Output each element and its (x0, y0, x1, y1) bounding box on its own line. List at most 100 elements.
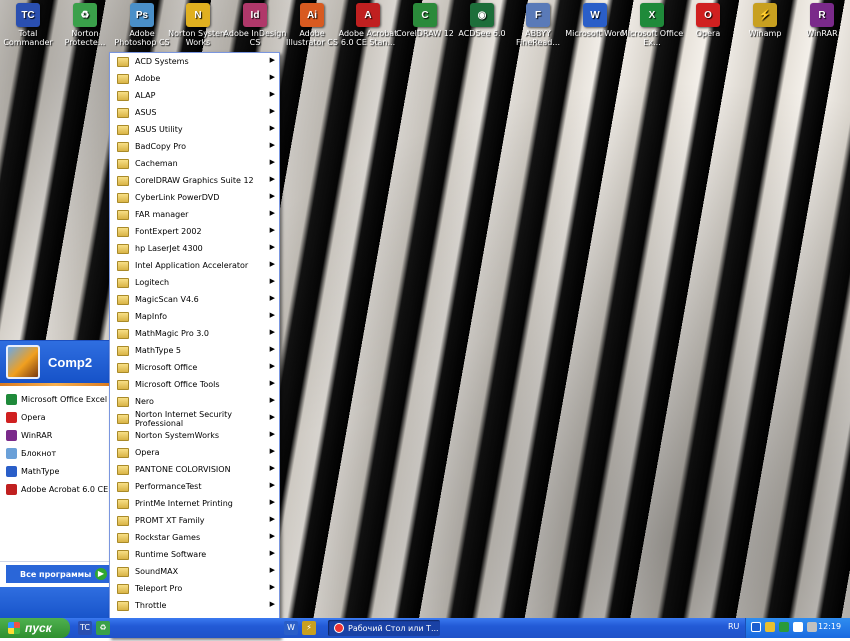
tray-media-icon[interactable] (793, 622, 803, 632)
program-folder-label: Opera (135, 448, 160, 457)
clock[interactable]: 12:19 (818, 622, 841, 631)
chevron-right-icon: ▶ (269, 260, 275, 268)
acrobat-icon: A (356, 3, 380, 27)
program-folder-item[interactable]: ACD Systems ▶ (110, 53, 279, 70)
desktop-shortcut[interactable]: A Adobe Acrobat 6.0 CE Stan... (336, 0, 400, 47)
program-folder-item[interactable]: MathMagic Pro 3.0 ▶ (110, 325, 279, 342)
desktop-shortcut-label: Total Commander (3, 29, 53, 47)
total-commander-icon[interactable]: TC (78, 621, 92, 635)
recent-program-item[interactable]: Opera (0, 408, 111, 426)
chevron-right-icon: ▶ (269, 328, 275, 336)
desktop-shortcut[interactable]: R WinRAR (790, 0, 850, 38)
desktop-shortcut-label: Adobe Illustrator CS (286, 29, 338, 47)
tray-norton-icon[interactable] (765, 622, 775, 632)
program-folder-label: ASUS Utility (135, 125, 183, 134)
program-folder-item[interactable]: PrintMe Internet Printing ▶ (110, 495, 279, 512)
program-folder-item[interactable]: Nero ▶ (110, 393, 279, 410)
program-folder-label: MagicScan V4.6 (135, 295, 199, 304)
desktop-shortcut[interactable]: N Norton System Works (166, 0, 230, 47)
program-folder-label: Microsoft Office Tools (135, 380, 220, 389)
program-folder-item[interactable]: Intel Application Accelerator ▶ (110, 257, 279, 274)
start-menu-panel: Comp2 Microsoft Office Excel 2003 Opera Wi… (0, 340, 112, 622)
program-folder-item[interactable]: SoundMAX ▶ (110, 563, 279, 580)
program-folder-item[interactable]: PANTONE COLORVISION ▶ (110, 461, 279, 478)
program-folder-item[interactable]: ALAP ▶ (110, 87, 279, 104)
tray-network-icon[interactable] (751, 622, 761, 632)
program-folder-label: ASUS (135, 108, 157, 117)
chevron-right-icon: ▶ (269, 430, 275, 438)
program-folder-item[interactable]: CyberLink PowerDVD ▶ (110, 189, 279, 206)
recent-program-item[interactable]: WinRAR (0, 426, 111, 444)
recent-program-item[interactable]: Microsoft Office Excel 2003 (0, 390, 111, 408)
program-folder-item[interactable]: Cacheman ▶ (110, 155, 279, 172)
desktop-shortcut[interactable]: ◉ ACDSee 6.0 (450, 0, 514, 38)
start-button[interactable]: пуск (0, 618, 70, 638)
program-folder-item[interactable]: CorelDRAW Graphics Suite 12 ▶ (110, 172, 279, 189)
indesign-icon: Id (243, 3, 267, 27)
program-folder-item[interactable]: Logitech ▶ (110, 274, 279, 291)
desktop-shortcut[interactable]: Id Adobe InDesign CS (223, 0, 287, 47)
taskbar-window-button[interactable]: Рабочий Стол или Т... (328, 620, 440, 636)
folder-icon (117, 311, 129, 322)
program-folder-item[interactable]: Norton Internet Security Professional ▶ (110, 410, 279, 428)
chevron-right-icon: ▶ (269, 107, 275, 115)
program-folder-item[interactable]: Microsoft Office Tools ▶ (110, 376, 279, 393)
program-folder-item[interactable]: FontExpert 2002 ▶ (110, 223, 279, 240)
desktop-shortcut[interactable]: O Opera (676, 0, 740, 38)
program-folder-label: FAR manager (135, 210, 189, 219)
program-folder-item[interactable]: Teleport Pro ▶ (110, 580, 279, 597)
program-folder-item[interactable]: Microsoft Office ▶ (110, 359, 279, 376)
program-folder-item[interactable]: ASUS ▶ (110, 104, 279, 121)
program-folder-item[interactable]: PerformanceTest ▶ (110, 478, 279, 495)
desktop-shortcut[interactable]: Ps Adobe Photoshop CS (110, 0, 174, 47)
chevron-right-icon: ▶ (269, 515, 275, 523)
program-folder-item[interactable]: Adobe ▶ (110, 70, 279, 87)
language-indicator[interactable]: RU (728, 622, 739, 631)
program-folder-item[interactable]: Runtime Software ▶ (110, 546, 279, 563)
tray-update-icon[interactable] (779, 622, 789, 632)
chevron-right-icon: ▶ (269, 294, 275, 302)
user-avatar[interactable] (6, 345, 40, 379)
program-folder-item[interactable]: ASUS Utility ▶ (110, 121, 279, 138)
desktop-shortcut[interactable]: Ai Adobe Illustrator CS (280, 0, 344, 47)
program-folder-item[interactable]: PROMT XT Family ▶ (110, 512, 279, 529)
desktop-shortcut[interactable]: ⚡ Winamp (733, 0, 797, 38)
folder-icon (117, 464, 129, 475)
program-folder-label: PANTONE COLORVISION (135, 465, 231, 474)
program-folder-label: CorelDRAW Graphics Suite 12 (135, 176, 254, 185)
program-folder-item[interactable]: Opera ▶ (110, 444, 279, 461)
desktop-shortcut[interactable]: C CorelDRAW 12 (393, 0, 457, 38)
word-icon[interactable]: W (284, 621, 298, 635)
program-folder-item[interactable]: MapInfo ▶ (110, 308, 279, 325)
recent-program-label: Adobe Acrobat 6.0 CE Standard (21, 484, 111, 494)
program-folder-item[interactable]: MagicScan V4.6 ▶ (110, 291, 279, 308)
program-folder-item[interactable]: Rockstar Games ▶ (110, 529, 279, 546)
desktop-shortcut[interactable]: ♻ Norton Protecte... (53, 0, 117, 47)
program-folder-item[interactable]: BadCopy Pro ▶ (110, 138, 279, 155)
desktop-shortcut[interactable]: F ABBYY FineRead... (506, 0, 570, 47)
chevron-right-icon: ▶ (269, 362, 275, 370)
program-folder-label: FontExpert 2002 (135, 227, 202, 236)
acrobat-icon (6, 483, 17, 495)
desktop-shortcut[interactable]: W Microsoft Word (563, 0, 627, 38)
recent-programs-list: Microsoft Office Excel 2003 Opera WinRAR Бл… (0, 390, 111, 498)
desktop-shortcut[interactable]: X Microsoft Office Ex... (620, 0, 684, 47)
word-icon: W (583, 3, 607, 27)
chevron-right-icon: ▶ (269, 90, 275, 98)
recent-program-label: Microsoft Office Excel 2003 (21, 394, 111, 404)
tray-volume-icon[interactable] (807, 622, 817, 632)
norton-recycle-bin-icon: ♻ (73, 3, 97, 27)
all-programs-button[interactable]: Все программы ▶ (6, 565, 110, 583)
program-folder-item[interactable]: Norton SystemWorks ▶ (110, 427, 279, 444)
recycle-icon[interactable]: ♻ (96, 621, 110, 635)
program-folder-item[interactable]: Throttle ▶ (110, 597, 279, 614)
program-folder-item[interactable]: FAR manager ▶ (110, 206, 279, 223)
recent-program-item[interactable]: Блокнот (0, 444, 111, 462)
program-folder-label: ALAP (135, 91, 156, 100)
program-folder-item[interactable]: MathType 5 ▶ (110, 342, 279, 359)
desktop-shortcut[interactable]: TC Total Commander (0, 0, 60, 47)
winamp-icon[interactable]: ⚡ (302, 621, 316, 635)
recent-program-item[interactable]: MathType (0, 462, 111, 480)
recent-program-item[interactable]: Adobe Acrobat 6.0 CE Standard (0, 480, 111, 498)
program-folder-item[interactable]: hp LaserJet 4300 ▶ (110, 240, 279, 257)
